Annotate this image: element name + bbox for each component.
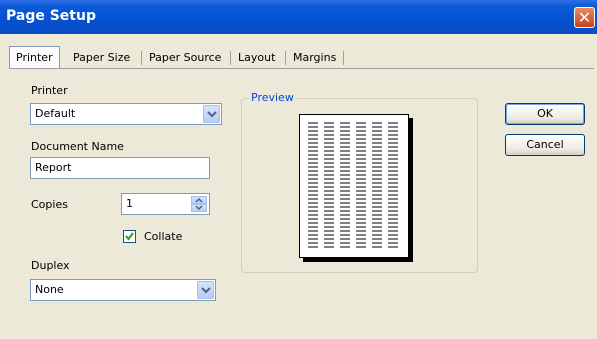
preview-label: Preview xyxy=(249,91,296,104)
duplex-selected-value: None xyxy=(35,283,64,296)
tab-baseline xyxy=(9,68,594,69)
chevron-down-icon xyxy=(201,287,211,294)
copies-stepper[interactable]: 1 xyxy=(121,193,210,215)
cancel-button[interactable]: Cancel xyxy=(505,134,585,156)
copies-decrement-button[interactable] xyxy=(191,204,207,212)
checkmark-icon xyxy=(125,232,134,241)
printer-label: Printer xyxy=(31,84,68,97)
close-icon: ✕ xyxy=(577,8,592,27)
duplex-label: Duplex xyxy=(31,259,70,272)
copies-increment-button[interactable] xyxy=(191,196,207,204)
window-title: Page Setup xyxy=(6,8,96,24)
collate-checkbox[interactable] xyxy=(123,230,136,243)
tab-separator xyxy=(230,51,231,65)
document-name-label: Document Name xyxy=(31,140,124,153)
copies-value: 1 xyxy=(126,197,133,210)
document-name-field[interactable]: Report xyxy=(30,157,210,179)
printer-select[interactable]: Default xyxy=(30,103,222,125)
ok-button[interactable]: OK xyxy=(505,103,585,125)
collate-label: Collate xyxy=(144,230,183,243)
chevron-down-icon xyxy=(207,111,217,118)
document-name-value: Report xyxy=(35,161,72,174)
tab-paper-size[interactable]: Paper Size xyxy=(67,48,136,68)
page-text-lines-icon xyxy=(308,122,398,248)
printer-selected-value: Default xyxy=(35,107,76,120)
close-button[interactable]: ✕ xyxy=(574,7,595,28)
title-bar[interactable]: Page Setup ✕ xyxy=(0,0,597,34)
tab-separator xyxy=(285,51,286,65)
duplex-dropdown-button[interactable] xyxy=(197,281,214,299)
tab-separator xyxy=(141,51,142,65)
duplex-select[interactable]: None xyxy=(30,279,216,301)
copies-label: Copies xyxy=(31,198,68,211)
tab-margins[interactable]: Margins xyxy=(287,48,342,68)
tab-separator xyxy=(343,51,344,65)
page-preview xyxy=(299,114,409,258)
tab-layout[interactable]: Layout xyxy=(232,48,281,68)
tab-strip: Printer Paper Size Paper Source Layout M… xyxy=(9,46,594,69)
chevron-down-icon xyxy=(195,205,203,211)
printer-dropdown-button[interactable] xyxy=(203,105,220,123)
tab-paper-source[interactable]: Paper Source xyxy=(143,48,227,68)
chevron-up-icon xyxy=(195,197,203,203)
tab-printer[interactable]: Printer xyxy=(9,46,60,69)
